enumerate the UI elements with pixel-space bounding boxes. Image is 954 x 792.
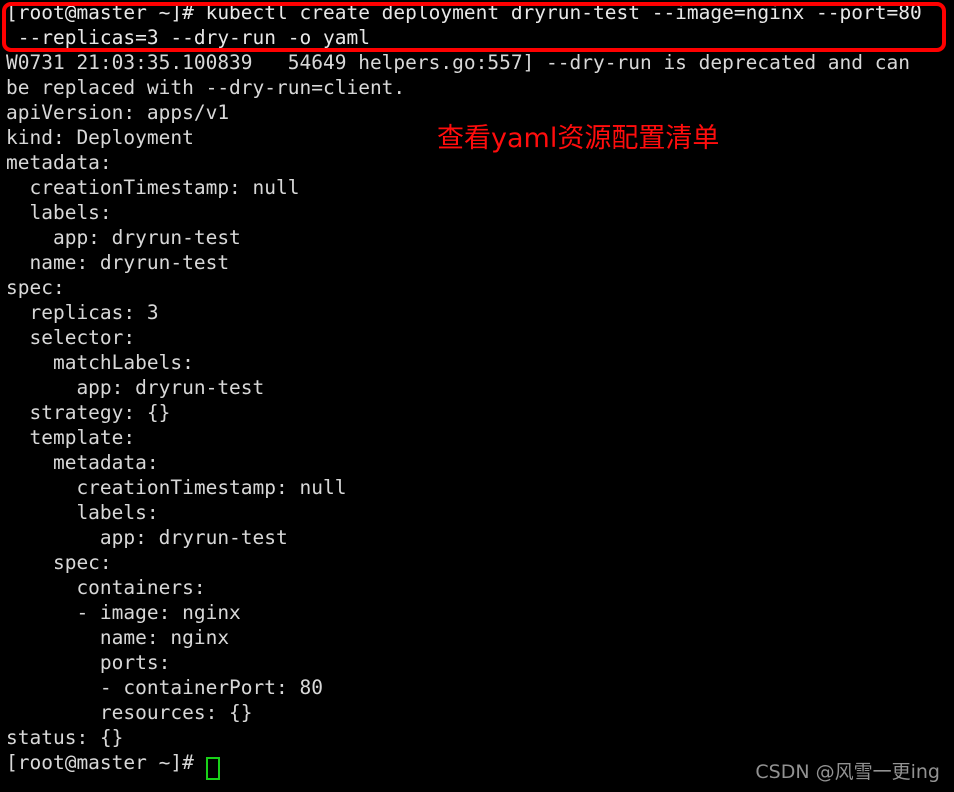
terminal-line: labels: — [6, 501, 159, 524]
terminal-line: labels: — [6, 201, 112, 224]
terminal-line: apiVersion: apps/v1 — [6, 101, 230, 124]
terminal-line: ports: — [6, 651, 171, 674]
terminal-line: - image: nginx — [6, 601, 241, 624]
terminal-line: creationTimestamp: null — [6, 476, 347, 499]
terminal-line: spec: — [6, 551, 112, 574]
terminal-line: selector: — [6, 326, 136, 349]
terminal-window[interactable]: [root@master ~]# kubectl create deployme… — [0, 0, 954, 792]
yaml-annotation-label: 查看yaml资源配置清单 — [437, 123, 720, 154]
terminal-line: app: dryrun-test — [6, 226, 241, 249]
terminal-line: resources: {} — [6, 701, 253, 724]
terminal-line: [root@master ~]# kubectl create deployme… — [6, 1, 922, 24]
terminal-line: W0731 21:03:35.100839 54649 helpers.go:5… — [6, 51, 910, 74]
terminal-line: template: — [6, 426, 136, 449]
terminal-line: app: dryrun-test — [6, 526, 288, 549]
terminal-line: spec: — [6, 276, 65, 299]
terminal-line: app: dryrun-test — [6, 376, 265, 399]
terminal-line: --replicas=3 --dry-run -o yaml — [6, 26, 370, 49]
terminal-line: strategy: {} — [6, 401, 171, 424]
terminal-line: name: dryrun-test — [6, 251, 230, 274]
terminal-line: be replaced with --dry-run=client. — [6, 76, 406, 99]
terminal-line: containers: — [6, 576, 206, 599]
terminal-cursor — [206, 757, 220, 780]
terminal-line: creationTimestamp: null — [6, 176, 300, 199]
csdn-watermark: CSDN @风雪一更ing — [755, 761, 940, 783]
terminal-line: status: {} — [6, 726, 124, 749]
terminal-line: matchLabels: — [6, 351, 194, 374]
terminal-line: metadata: — [6, 451, 159, 474]
terminal-output: [root@master ~]# kubectl create deployme… — [0, 0, 954, 775]
terminal-line: - containerPort: 80 — [6, 676, 323, 699]
terminal-line: replicas: 3 — [6, 301, 159, 324]
terminal-line: name: nginx — [6, 626, 230, 649]
